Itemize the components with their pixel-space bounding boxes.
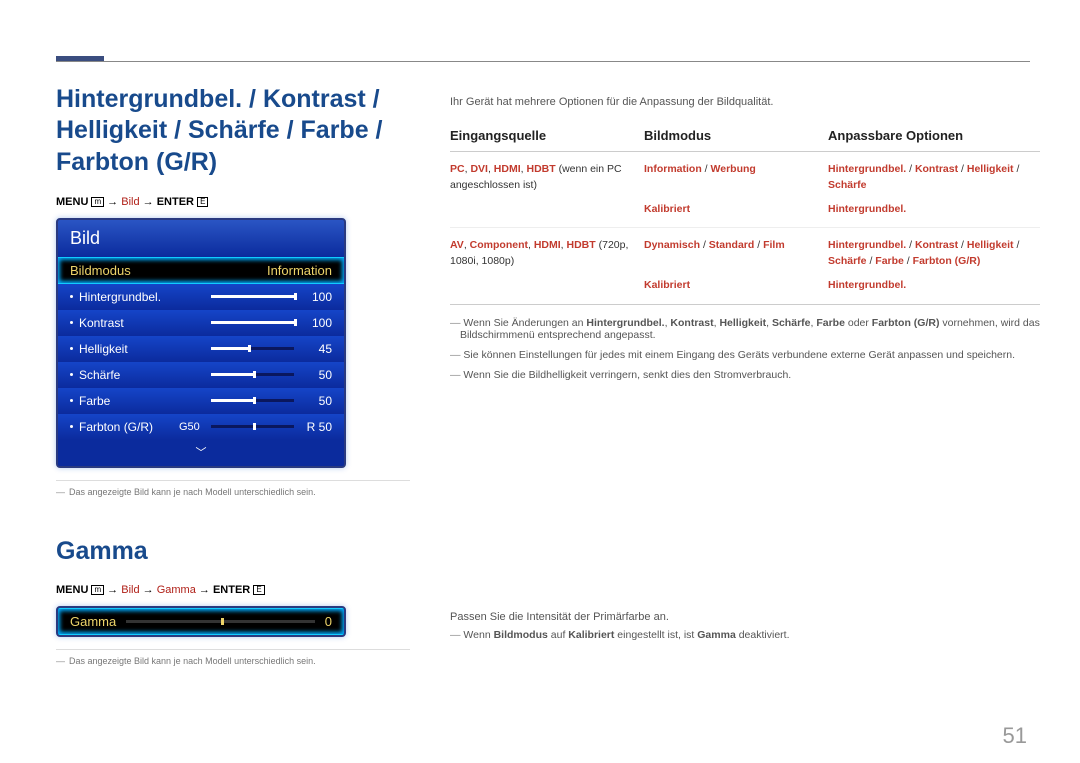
th-bildmodus: Bildmodus bbox=[644, 128, 828, 143]
table-row: AV, Component, HDMI, HDBT (720p, 1080i, … bbox=[450, 238, 1040, 274]
gamma-note: ― Wenn Bildmodus auf Kalibriert eingeste… bbox=[450, 629, 1040, 641]
osd-row[interactable]: Schärfe 50 bbox=[58, 362, 344, 388]
table-row: PC, DVI, HDMI, HDBT (wenn ein PC angesch… bbox=[450, 162, 1040, 198]
notes-list: ― Wenn Sie Änderungen an Hintergrundbel.… bbox=[450, 317, 1040, 381]
cell-bildmodus: Kalibriert bbox=[644, 278, 828, 294]
gamma-description: Passen Sie die Intensität der Primärfarb… bbox=[450, 611, 1040, 623]
chevron-down-icon[interactable]: ﹀ bbox=[58, 440, 344, 466]
footnote: ―Das angezeigte Bild kann je nach Modell… bbox=[56, 649, 410, 666]
slider-track[interactable] bbox=[211, 347, 294, 350]
osd-row-value: 100 bbox=[300, 316, 332, 330]
top-rule bbox=[56, 61, 1030, 62]
osd-row-value: 45 bbox=[300, 342, 332, 356]
menu-path-gamma: MENU m → Bild → Gamma → ENTER E bbox=[56, 584, 410, 596]
osd-row[interactable]: Farbe 50 bbox=[58, 388, 344, 414]
section-title-gamma: Gamma bbox=[56, 537, 410, 566]
osd-row-label: Hintergrundbel. bbox=[79, 290, 179, 304]
osd-row-label: Farbton (G/R) bbox=[79, 420, 179, 434]
osd-row-value: 50 bbox=[300, 368, 332, 382]
page-number: 51 bbox=[1003, 723, 1027, 749]
osd-row-label: Helligkeit bbox=[79, 342, 179, 356]
page-title: Hintergrundbel. / Kontrast / Helligkeit … bbox=[56, 84, 410, 178]
enter-icon: E bbox=[197, 197, 208, 207]
note-item: ― Wenn Sie die Bildhelligkeit verringern… bbox=[450, 369, 1040, 381]
cell-eingangsquelle bbox=[450, 202, 644, 218]
footnote: ―Das angezeigte Bild kann je nach Modell… bbox=[56, 480, 410, 497]
menu-path-bild: MENU m → Bild → ENTER E bbox=[56, 196, 410, 208]
slider-track[interactable] bbox=[211, 425, 294, 428]
th-optionen: Anpassbare Optionen bbox=[828, 128, 1040, 143]
osd-row-prevalue: G50 bbox=[179, 421, 205, 433]
osd-row[interactable]: Helligkeit 45 bbox=[58, 336, 344, 362]
slider-track[interactable] bbox=[211, 373, 294, 376]
osd-row-label: Gamma bbox=[70, 614, 116, 629]
osd-row-value: 100 bbox=[300, 290, 332, 304]
menu-icon: m bbox=[91, 197, 104, 207]
slider-track[interactable] bbox=[211, 321, 294, 324]
slider-track[interactable] bbox=[211, 399, 294, 402]
enter-icon: E bbox=[253, 585, 264, 595]
osd-row-gamma[interactable]: Gamma 0 bbox=[58, 608, 344, 635]
cell-optionen: Hintergrundbel. / Kontrast / Helligkeit … bbox=[828, 238, 1040, 270]
cell-optionen: Hintergrundbel. bbox=[828, 278, 1040, 294]
osd-row-value: 50 bbox=[300, 394, 332, 408]
table-header: Eingangsquelle Bildmodus Anpassbare Opti… bbox=[450, 128, 1040, 152]
osd-row-value: R 50 bbox=[300, 420, 332, 434]
osd-row-label: Schärfe bbox=[79, 368, 179, 382]
top-rule-accent bbox=[56, 56, 104, 61]
cell-eingangsquelle: PC, DVI, HDMI, HDBT (wenn ein PC angesch… bbox=[450, 162, 644, 194]
right-column: Ihr Gerät hat mehrere Optionen für die A… bbox=[450, 96, 1040, 649]
osd-row[interactable]: Farbton (G/R)G50 R 50 bbox=[58, 414, 344, 440]
cell-optionen: Hintergrundbel. bbox=[828, 202, 1040, 218]
note-item: ― Wenn Sie Änderungen an Hintergrundbel.… bbox=[450, 317, 1040, 341]
cell-bildmodus: Kalibriert bbox=[644, 202, 828, 218]
cell-eingangsquelle bbox=[450, 278, 644, 294]
osd-row-value: 0 bbox=[325, 614, 332, 629]
intro-text: Ihr Gerät hat mehrere Optionen für die A… bbox=[450, 96, 1040, 108]
cell-bildmodus: Dynamisch / Standard / Film bbox=[644, 238, 828, 270]
cell-eingangsquelle: AV, Component, HDMI, HDBT (720p, 1080i, … bbox=[450, 238, 644, 270]
osd-title: Bild bbox=[58, 220, 344, 257]
menu-icon: m bbox=[91, 585, 104, 595]
osd-row[interactable]: Hintergrundbel. 100 bbox=[58, 284, 344, 310]
osd-row-value: Information bbox=[267, 263, 332, 278]
osd-row-label: Bildmodus bbox=[70, 263, 131, 278]
osd-row-label: Kontrast bbox=[79, 316, 179, 330]
left-column: Hintergrundbel. / Kontrast / Helligkeit … bbox=[56, 84, 410, 666]
table-row: KalibriertHintergrundbel. bbox=[450, 202, 1040, 229]
th-eingangsquelle: Eingangsquelle bbox=[450, 128, 644, 143]
osd-panel-bild: Bild Bildmodus Information Hintergrundbe… bbox=[56, 218, 346, 468]
cell-bildmodus: Information / Werbung bbox=[644, 162, 828, 194]
note-item: ― Sie können Einstellungen für jedes mit… bbox=[450, 349, 1040, 361]
osd-row-bildmodus[interactable]: Bildmodus Information bbox=[58, 257, 344, 284]
slider-track[interactable] bbox=[211, 295, 294, 298]
table-row: KalibriertHintergrundbel. bbox=[450, 278, 1040, 305]
osd-row-label: Farbe bbox=[79, 394, 179, 408]
osd-panel-gamma: Gamma 0 bbox=[56, 606, 346, 637]
osd-row[interactable]: Kontrast 100 bbox=[58, 310, 344, 336]
cell-optionen: Hintergrundbel. / Kontrast / Helligkeit … bbox=[828, 162, 1040, 194]
